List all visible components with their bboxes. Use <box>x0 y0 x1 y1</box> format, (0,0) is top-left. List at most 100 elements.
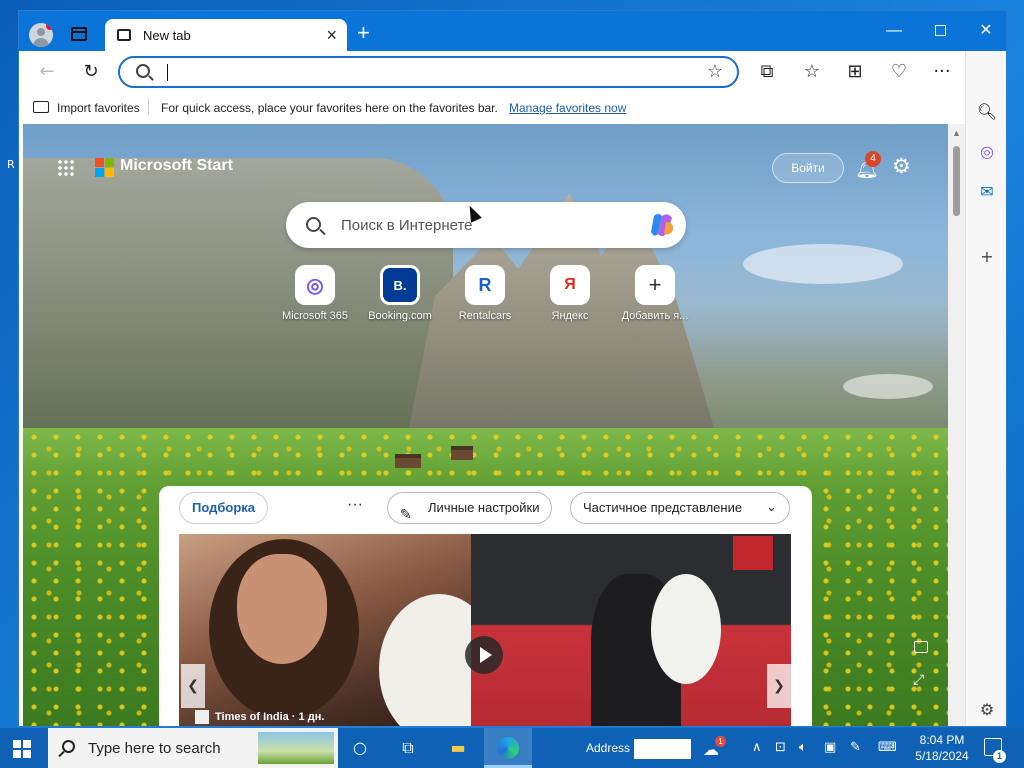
clock-time: 8:04 PM <box>919 733 965 747</box>
edge-icon <box>497 737 519 759</box>
publisher-icon <box>195 710 209 724</box>
web-search-box[interactable]: Поиск в Интернете <box>286 202 686 248</box>
rentalcars-icon: R <box>465 265 505 305</box>
quick-link-label: Яндекс <box>551 310 589 322</box>
news-source[interactable]: Times of India · 1 дн. <box>195 710 324 724</box>
quick-link-label: Добавить я... <box>621 310 689 322</box>
taskbar: Type here to search ○ ⧉ ▬ Address ☁ 1 ∧ … <box>0 728 1024 768</box>
view-mode-dropdown[interactable]: Частичное представление ⌄ <box>570 492 790 524</box>
expand-icon[interactable]: ⤢ <box>913 672 924 688</box>
tab-new-tab[interactable]: New tab × <box>105 19 347 52</box>
import-favorites-button[interactable]: Import favorites <box>57 101 140 115</box>
quick-link-label: Microsoft 365 <box>281 310 349 322</box>
collections-icon[interactable]: ⊞ <box>843 60 867 84</box>
personalize-label: Личные настройки <box>428 500 540 515</box>
sidebar-search-icon[interactable]: 🔍︎ <box>976 101 998 123</box>
edge-sidebar: 🔍︎ ◎ ✉ + ⚙ <box>965 51 1006 726</box>
settings-gear-icon[interactable]: ⚙ <box>892 154 911 178</box>
show-hidden-icons-chevron-icon[interactable]: ∧ <box>752 740 762 755</box>
tab-actions-icon[interactable] <box>71 27 87 41</box>
personalize-icon: ✎ <box>400 507 412 523</box>
favorite-star-icon[interactable]: ☆ <box>707 61 723 82</box>
copilot-logo-icon[interactable] <box>648 212 676 238</box>
profile-alert-dot <box>46 23 53 30</box>
refresh-button[interactable]: ↻ <box>79 60 103 84</box>
close-window-button[interactable]: ✕ <box>963 16 1006 46</box>
volume-muted-icon[interactable]: 🔈︎ <box>799 740 807 755</box>
system-clock[interactable]: 8:04 PM 5/18/2024 <box>905 732 979 764</box>
task-view-icon[interactable]: ⧉ <box>396 736 420 760</box>
address-toolbar-input[interactable] <box>634 739 691 759</box>
manage-favorites-link[interactable]: Manage favorites now <box>509 101 626 115</box>
minimize-button[interactable]: — <box>871 16 917 46</box>
taskbar-search-text: Type here to search <box>88 740 221 757</box>
sidebar-add-icon[interactable]: + <box>976 246 998 268</box>
browser-essentials-icon[interactable]: ♡ <box>887 60 911 84</box>
news-feed-card: Подборка ··· ✎ Личные настройки Частично… <box>159 486 812 726</box>
sidebar-settings-icon[interactable]: ⚙ <box>976 699 998 721</box>
background-image-icon[interactable] <box>914 641 928 653</box>
clock-date: 5/18/2024 <box>915 749 969 763</box>
maximize-icon <box>934 25 946 37</box>
sidebar-outlook-icon[interactable]: ✉ <box>976 181 998 203</box>
new-tab-icon <box>117 29 131 41</box>
new-tab-button[interactable]: + <box>357 22 370 44</box>
news-carousel-image[interactable]: ❮ ❯ Times of India · 1 дн. <box>179 534 791 726</box>
carousel-next-button[interactable]: ❯ <box>767 664 791 708</box>
add-shortcut-icon: + <box>635 265 675 305</box>
tab-close-icon[interactable]: × <box>326 25 337 45</box>
carousel-prev-button[interactable]: ❮ <box>181 664 205 708</box>
import-favorites-icon <box>33 101 49 113</box>
booking-icon: B. <box>380 265 420 305</box>
favorites-divider <box>148 99 149 115</box>
hut <box>451 446 473 460</box>
favorites-bar: Import favorites For quick access, place… <box>19 93 965 123</box>
feed-more-button[interactable]: ··· <box>347 496 363 514</box>
login-button[interactable]: Войти <box>772 153 844 183</box>
quick-link-add[interactable]: + Добавить я... <box>615 265 695 322</box>
personalize-button[interactable]: ✎ Личные настройки <box>387 492 553 524</box>
address-input[interactable] <box>164 61 684 83</box>
search-placeholder: Поиск в Интернете <box>341 217 473 234</box>
back-button[interactable]: ← <box>35 60 59 84</box>
photo-detail <box>237 554 327 664</box>
keyboard-icon[interactable]: ⌨ <box>878 740 897 755</box>
news-source-label: Times of India · 1 дн. <box>215 710 325 723</box>
feed-tab-selection[interactable]: Подборка <box>179 492 269 524</box>
publisher-logo-mark <box>733 536 773 570</box>
more-menu-icon[interactable]: ··· <box>930 60 954 84</box>
desktop-edge-glyph: R <box>7 158 15 171</box>
scroll-up-arrow-icon[interactable]: ▲ <box>952 128 961 138</box>
tab-title: New tab <box>143 28 191 43</box>
quick-link-yandex[interactable]: Я Яндекс <box>530 265 610 322</box>
security-icon[interactable]: ▣ <box>824 740 836 755</box>
weather-badge: 1 <box>715 736 726 747</box>
taskbar-edge-button[interactable] <box>484 728 532 768</box>
split-screen-icon[interactable]: ⧉ <box>755 60 779 84</box>
cortana-icon[interactable]: ○ <box>348 736 372 760</box>
taskbar-search[interactable]: Type here to search <box>48 728 338 768</box>
network-icon[interactable]: ⊡ <box>775 740 786 755</box>
favorites-icon[interactable]: ☆ <box>800 60 824 84</box>
play-video-button[interactable] <box>465 636 503 674</box>
quick-link-label: Rentalcars <box>458 310 512 322</box>
profile-avatar-icon[interactable] <box>29 23 53 47</box>
scroll-thumb[interactable] <box>953 146 960 216</box>
address-bar[interactable]: ☆ <box>118 56 739 88</box>
sidebar-microsoft-365-icon[interactable]: ◎ <box>976 141 998 163</box>
file-explorer-icon[interactable]: ▬ <box>446 736 470 760</box>
search-icon <box>62 740 75 753</box>
page-scrollbar[interactable]: ▲ <box>948 124 965 726</box>
quick-link-rentalcars[interactable]: R Rentalcars <box>445 265 525 322</box>
photo-detail <box>651 574 721 684</box>
pen-icon[interactable]: ✎ <box>850 740 861 755</box>
start-button[interactable] <box>13 740 31 758</box>
quick-link-microsoft-365[interactable]: ◎ Microsoft 365 <box>275 265 355 322</box>
apps-grid-icon[interactable] <box>57 159 75 177</box>
maximize-button[interactable] <box>917 16 963 46</box>
title-bar: New tab × + — ✕ <box>19 11 1006 52</box>
new-tab-page: Microsoft Start Войти 🔔︎ 4 ⚙ Поиск в Инт… <box>23 124 948 726</box>
chevron-down-icon: ⌄ <box>766 500 777 515</box>
search-highlight-image <box>258 732 334 764</box>
quick-link-booking[interactable]: B. Booking.com <box>360 265 440 322</box>
